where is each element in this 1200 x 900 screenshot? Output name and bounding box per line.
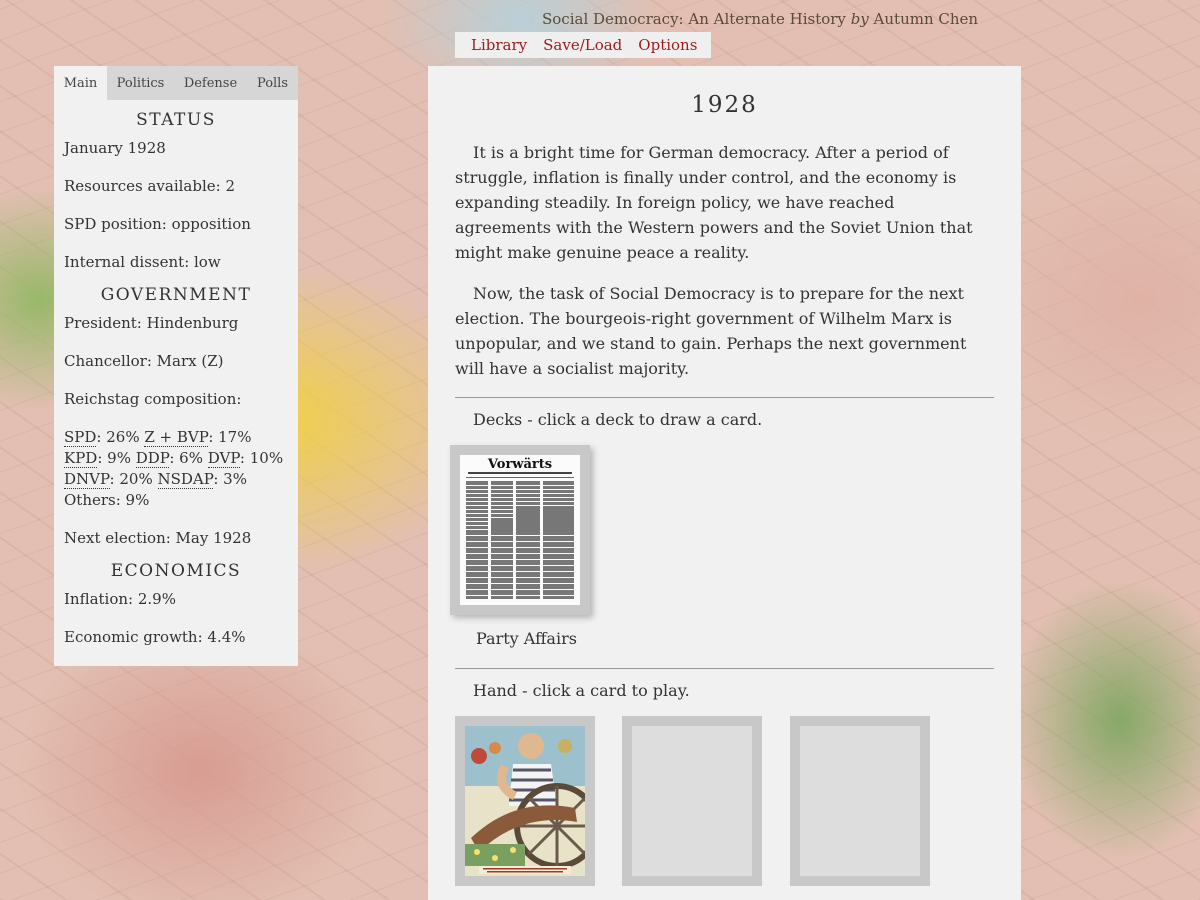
party-kpd: KPD: 9% [64,449,131,468]
decks-instruction: Decks - click a deck to draw a card. [473,410,763,429]
party-nsdap: NSDAP: 3% [157,470,247,489]
game-credit: Social Democracy: An Alternate History b… [542,10,978,28]
tab-defense[interactable]: Defense [174,66,247,100]
status-heading: STATUS [136,110,216,130]
reichstag-label: Reichstag composition: [64,390,242,408]
current-date: January 1928 [64,139,166,157]
author-name: Autumn Chen [873,10,979,28]
story-paragraph-2: Now, the task of Social Democracy is to … [455,284,967,378]
tab-politics[interactable]: Politics [107,66,174,100]
empty-card-slot [632,726,752,876]
card-poster-image [465,726,585,876]
sidebar: Main Politics Defense Polls STATUS Janua… [54,66,298,666]
deck-label: Party Affairs [476,629,577,648]
empty-card-slot [800,726,920,876]
reichstag-composition: SPD: 26% Z + BVP: 17% KPD: 9% DDP: 6% DV… [64,427,288,511]
next-election: Next election: May 1928 [64,529,252,547]
newspaper-masthead: Vorwärts [487,457,552,472]
resources-available: Resources available: 2 [64,177,236,195]
main-panel: 1928 It is a bright time for German demo… [428,66,1021,900]
credit-by: by [850,10,869,28]
game-title: Social Democracy: An Alternate History [542,10,846,28]
economic-growth: Economic growth: 4.4% [64,628,246,646]
hand [455,716,994,886]
chancellor: Chancellor: Marx (Z) [64,352,224,370]
party-dnvp: DNVP: 20% [64,470,153,489]
year-title: 1928 [691,92,758,118]
party-spd: SPD: 26% [64,428,140,447]
sidebar-content: STATUS January 1928 Resources available:… [54,110,298,648]
government-heading: GOVERNMENT [100,285,252,305]
president: President: Hindenburg [64,314,239,332]
spd-position: SPD position: opposition [64,215,251,233]
hand-card-1[interactable] [455,716,595,886]
party-affairs-deck[interactable]: Vorwärts [450,445,590,615]
divider [455,397,994,398]
sidebar-tabs: Main Politics Defense Polls [54,66,298,100]
internal-dissent: Internal dissent: low [64,253,221,271]
save-load-link[interactable]: Save/Load [543,36,622,54]
tab-main[interactable]: Main [54,66,107,100]
options-link[interactable]: Options [638,36,697,54]
party-others: Others: 9% [64,491,150,509]
party-dvp: DVP: 10% [207,449,284,468]
party-ddp: DDP: 6% [135,449,203,468]
hand-card-3[interactable] [790,716,930,886]
library-link[interactable]: Library [471,36,527,54]
economics-heading: ECONOMICS [110,561,242,581]
hand-card-2[interactable] [622,716,762,886]
tab-polls[interactable]: Polls [247,66,298,100]
newspaper-image: Vorwärts [460,455,580,605]
divider [455,668,994,669]
party-z-bvp: Z + BVP: 17% [144,428,252,447]
inflation: Inflation: 2.9% [64,590,176,608]
hand-instruction: Hand - click a card to play. [473,681,690,700]
story-paragraph-1: It is a bright time for German democracy… [455,143,973,262]
top-menu: Library Save/Load Options [455,32,711,58]
